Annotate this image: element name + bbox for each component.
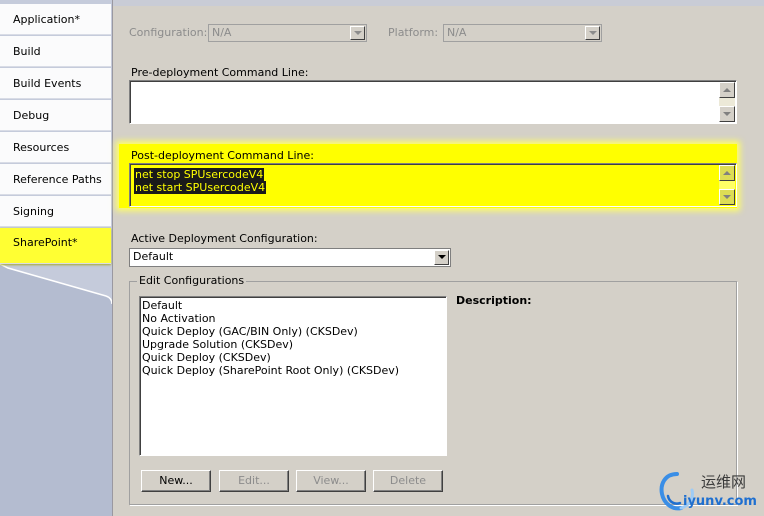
view-button[interactable]: View... — [296, 470, 366, 492]
platform-value: N/A — [447, 26, 467, 39]
sidebar-item-resources[interactable]: Resources — [0, 132, 111, 163]
active-deployment-config-dropdown-button[interactable] — [434, 250, 449, 265]
delete-button[interactable]: Delete — [373, 470, 443, 492]
scroll-down-button[interactable] — [719, 189, 735, 205]
list-item[interactable]: Quick Deploy (CKSDev) — [142, 351, 271, 364]
list-item[interactable]: Quick Deploy (GAC/BIN Only) (CKSDev) — [142, 325, 358, 338]
sidebar-item-debug[interactable]: Debug — [0, 100, 111, 131]
watermark-url-text: iyunv.com — [683, 494, 757, 509]
configuration-value: N/A — [212, 26, 232, 39]
sidebar-item-reference-paths[interactable]: Reference Paths — [0, 164, 111, 195]
scroll-up-button[interactable] — [719, 165, 735, 181]
platform-dropdown[interactable]: N/A — [443, 24, 602, 42]
site-watermark: 运维网 iyunv.com — [655, 468, 763, 514]
scroll-down-button[interactable] — [719, 106, 735, 122]
chevron-down-icon — [438, 255, 446, 259]
edit-configurations-title: Edit Configurations — [137, 274, 247, 287]
sidebar-item-build-events[interactable]: Build Events — [0, 68, 111, 99]
configuration-dropdown-button[interactable] — [350, 26, 365, 40]
arrow-up-icon — [723, 88, 731, 92]
active-deployment-config-value: Default — [133, 250, 174, 263]
deployment-configurations-list[interactable]: Default No Activation Quick Deploy (GAC/… — [139, 296, 447, 456]
sidebar-tab-wedge — [0, 264, 112, 516]
list-item[interactable]: Upgrade Solution (CKSDev) — [142, 338, 293, 351]
post-deployment-label: Post-deployment Command Line: — [131, 149, 314, 162]
scroll-up-button[interactable] — [719, 82, 735, 98]
post-deployment-line-1: net stop SPUsercodeV4 — [134, 168, 265, 181]
active-deployment-config-label: Active Deployment Configuration: — [131, 232, 318, 245]
sidebar-item-application[interactable]: Application* — [0, 4, 111, 35]
post-deployment-scrollbar[interactable] — [719, 165, 735, 205]
sharepoint-properties-panel: Configuration: N/A Platform: N/A Pre-dep… — [112, 0, 764, 516]
configuration-dropdown[interactable]: N/A — [208, 24, 367, 42]
platform-label: Platform: — [388, 26, 439, 39]
sidebar-item-sharepoint[interactable]: SharePoint* — [0, 228, 111, 264]
sidebar-item-build[interactable]: Build — [0, 36, 111, 67]
arrow-up-icon — [723, 171, 731, 175]
edit-button[interactable]: Edit... — [219, 470, 289, 492]
pre-deployment-scrollbar[interactable] — [719, 82, 735, 122]
post-deployment-line-2: net start SPUsercodeV4 — [134, 181, 267, 194]
pre-deployment-label: Pre-deployment Command Line: — [131, 66, 309, 79]
post-deployment-command-input[interactable]: net stop SPUsercodeV4 net start SPUserco… — [129, 163, 737, 207]
platform-dropdown-button[interactable] — [585, 26, 600, 40]
chevron-down-icon — [354, 31, 362, 35]
description-label: Description: — [456, 294, 532, 307]
list-item[interactable]: Quick Deploy (SharePoint Root Only) (CKS… — [142, 364, 399, 377]
new-button[interactable]: New... — [141, 470, 211, 492]
active-deployment-config-dropdown[interactable]: Default — [129, 248, 451, 267]
list-item[interactable]: No Activation — [142, 312, 216, 325]
panel-top-strip — [113, 0, 764, 6]
list-item[interactable]: Default — [142, 299, 182, 312]
configuration-label: Configuration: — [129, 26, 208, 39]
arrow-down-icon — [723, 195, 731, 199]
arrow-down-icon — [723, 112, 731, 116]
watermark-cn-text: 运维网 — [701, 473, 747, 491]
chevron-down-icon — [589, 31, 597, 35]
sidebar-nav: Application* Build Build Events Debug Re… — [0, 0, 112, 516]
pre-deployment-command-input[interactable] — [129, 80, 737, 124]
sidebar-item-signing[interactable]: Signing — [0, 196, 111, 227]
